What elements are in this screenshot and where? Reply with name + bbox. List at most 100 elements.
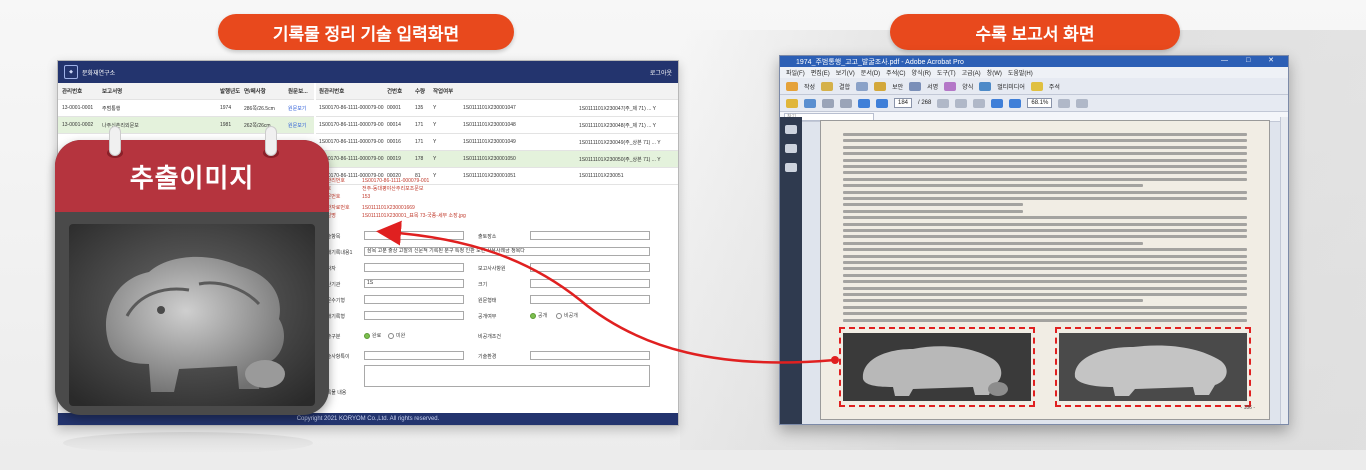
col-header[interactable]: 면/페사항 bbox=[244, 87, 288, 95]
text-line bbox=[843, 197, 1247, 200]
print-icon[interactable] bbox=[822, 98, 834, 108]
menu-item[interactable]: 보기(V) bbox=[836, 68, 855, 77]
cell: Y bbox=[433, 156, 437, 162]
fit-page-icon[interactable] bbox=[1058, 98, 1071, 108]
record-content-textarea[interactable] bbox=[364, 365, 650, 387]
menu-item[interactable]: 문서(D) bbox=[861, 68, 880, 77]
cell: 1S0111101X230047(주_제 71) ... Y bbox=[579, 105, 656, 112]
col-header[interactable]: 수량 bbox=[412, 87, 430, 95]
col-header[interactable]: 건번호 bbox=[384, 87, 412, 95]
text-line bbox=[843, 299, 1143, 303]
highlight-box-1 bbox=[839, 327, 1035, 407]
done-radio[interactable]: 완료 bbox=[364, 332, 381, 339]
pdf-toolbar-1: 작성 결합 보안 서명 양식 멀티미디어 주석 bbox=[780, 78, 1288, 95]
pending-radio[interactable]: 미완 bbox=[388, 332, 405, 339]
menu-item[interactable]: 주석(C) bbox=[886, 68, 905, 77]
sign-button[interactable]: 서명 bbox=[927, 82, 938, 91]
period-input[interactable] bbox=[530, 263, 650, 272]
item-table: 원관리번호 건번호 수량 작업여부 1S00170-86-1111-000079… bbox=[316, 83, 678, 185]
col-header[interactable]: 관리번호 bbox=[62, 87, 102, 95]
size-input[interactable] bbox=[530, 279, 650, 288]
combine-button[interactable]: 결합 bbox=[839, 82, 850, 91]
col-header[interactable]: 발행년도 bbox=[220, 87, 244, 95]
menu-item[interactable]: 양식(R) bbox=[912, 68, 931, 77]
pdf-title: 1974_주범통행_고고_발굴조사.pdf - Adobe Acrobat Pr… bbox=[796, 58, 964, 66]
table-row[interactable]: 1S00170-86-1111-000079-001 00001 135 Y 1… bbox=[316, 100, 678, 117]
lock-icon bbox=[874, 81, 887, 91]
table-row[interactable]: 1S00170-86-1111-000079-001 00019 178 Y 1… bbox=[316, 151, 678, 168]
title-input[interactable] bbox=[364, 231, 464, 240]
text-line bbox=[843, 273, 1247, 277]
date-input[interactable]: 1S bbox=[364, 279, 464, 288]
field-label: 크기 bbox=[478, 282, 488, 288]
select-tool-icon[interactable] bbox=[937, 98, 950, 108]
attachments-icon[interactable] bbox=[785, 163, 797, 172]
environment-input[interactable] bbox=[530, 351, 650, 360]
fit-width-icon[interactable] bbox=[1076, 98, 1089, 108]
secure-button[interactable]: 보안 bbox=[892, 82, 903, 91]
create-button[interactable]: 작성 bbox=[804, 82, 815, 91]
cell: 00019 bbox=[387, 156, 401, 162]
menu-item[interactable]: 고급(A) bbox=[962, 68, 981, 77]
zoom-out-icon[interactable] bbox=[991, 98, 1004, 108]
field-label: 원문형태 bbox=[478, 298, 497, 304]
pages-icon[interactable] bbox=[785, 125, 797, 134]
open-folder-icon[interactable] bbox=[786, 98, 798, 108]
author-input[interactable] bbox=[364, 263, 464, 272]
email-icon[interactable] bbox=[840, 98, 852, 108]
type-input[interactable] bbox=[364, 295, 464, 304]
next-page-icon[interactable] bbox=[876, 98, 888, 108]
forms-icon bbox=[944, 81, 957, 91]
col-header[interactable]: 원관리번호 bbox=[316, 87, 384, 95]
cell: 13-0001-0002 bbox=[62, 122, 94, 128]
text-line bbox=[843, 248, 1247, 252]
view-original-link[interactable]: 원문보기 bbox=[288, 105, 314, 112]
place-input[interactable] bbox=[530, 231, 650, 240]
menu-item[interactable]: 도구(T) bbox=[937, 68, 956, 77]
etc-input[interactable] bbox=[364, 351, 464, 360]
pdf-menu-bar: 파일(F) 편집(E) 보기(V) 문서(D) 주석(C) 양식(R) 도구(T… bbox=[780, 67, 1288, 78]
window-controls[interactable]: — □ ✕ bbox=[1221, 56, 1282, 64]
pdf-page: - 186 - bbox=[820, 120, 1270, 420]
radio-label: 공개 bbox=[538, 313, 548, 319]
text-line bbox=[843, 209, 1023, 213]
col-header[interactable]: 원문보... bbox=[288, 87, 314, 95]
menu-item[interactable]: 파일(F) bbox=[786, 68, 805, 77]
multimedia-button[interactable]: 멀티미디어 bbox=[997, 82, 1025, 91]
menu-item[interactable]: 도움말(H) bbox=[1008, 68, 1033, 77]
info-value: 153 bbox=[362, 194, 371, 200]
menu-item[interactable]: 편집(E) bbox=[811, 68, 830, 77]
zoom-level-input[interactable]: 68.1% bbox=[1027, 98, 1053, 108]
prev-page-icon[interactable] bbox=[858, 98, 870, 108]
hand-tool-icon[interactable] bbox=[955, 98, 968, 108]
page-number-input[interactable]: 184 bbox=[894, 98, 913, 108]
sign-icon bbox=[909, 81, 922, 91]
media-input[interactable] bbox=[364, 311, 464, 320]
cell: 1981 bbox=[220, 122, 232, 128]
table-row[interactable]: 1S00170-86-1111-000079-001 00014 171 Y 1… bbox=[316, 117, 678, 134]
record-form: 원관리번호1S00170-86-1111-000079-001 권호전주-동대평… bbox=[316, 171, 676, 401]
collaborate-icon[interactable] bbox=[856, 81, 869, 91]
menu-item[interactable]: 창(W) bbox=[987, 68, 1002, 77]
public-radio[interactable]: 공개 bbox=[530, 312, 547, 319]
form-input[interactable] bbox=[530, 295, 650, 304]
description-input[interactable]: 삼목 고분 출상 고찰의 신문적 기록된 분구 특정 인판 도면 사용사례금 정… bbox=[364, 247, 650, 256]
cell: 00014 bbox=[387, 122, 401, 128]
cell: 1S0111101X230049(주_상본 71) ... Y bbox=[579, 139, 661, 146]
table-row[interactable]: 13-0001-0001 주범통행 1974 286쪽/26.5cm 원문보기 bbox=[58, 100, 314, 117]
field-label: 공개여부 bbox=[478, 314, 497, 320]
bookmarks-icon[interactable] bbox=[785, 144, 797, 153]
comment-button[interactable]: 주석 bbox=[1049, 82, 1060, 91]
vertical-scrollbar[interactable] bbox=[1280, 117, 1288, 424]
zoom-tool-icon[interactable] bbox=[973, 98, 986, 108]
combine-icon bbox=[821, 81, 834, 91]
table-row[interactable]: 1S00170-86-1111-000079-001 00016 171 Y 1… bbox=[316, 134, 678, 151]
private-radio[interactable]: 비공개 bbox=[556, 312, 578, 319]
forms-button[interactable]: 양식 bbox=[962, 82, 973, 91]
logout-link[interactable]: 로그아웃 bbox=[650, 68, 672, 77]
col-header[interactable]: 보고서명 bbox=[102, 87, 220, 95]
zoom-in-icon[interactable] bbox=[1009, 98, 1022, 108]
col-header[interactable]: 작업여부 bbox=[430, 87, 460, 95]
view-original-link[interactable]: 원문보기 bbox=[288, 122, 314, 129]
save-icon[interactable] bbox=[804, 98, 816, 108]
